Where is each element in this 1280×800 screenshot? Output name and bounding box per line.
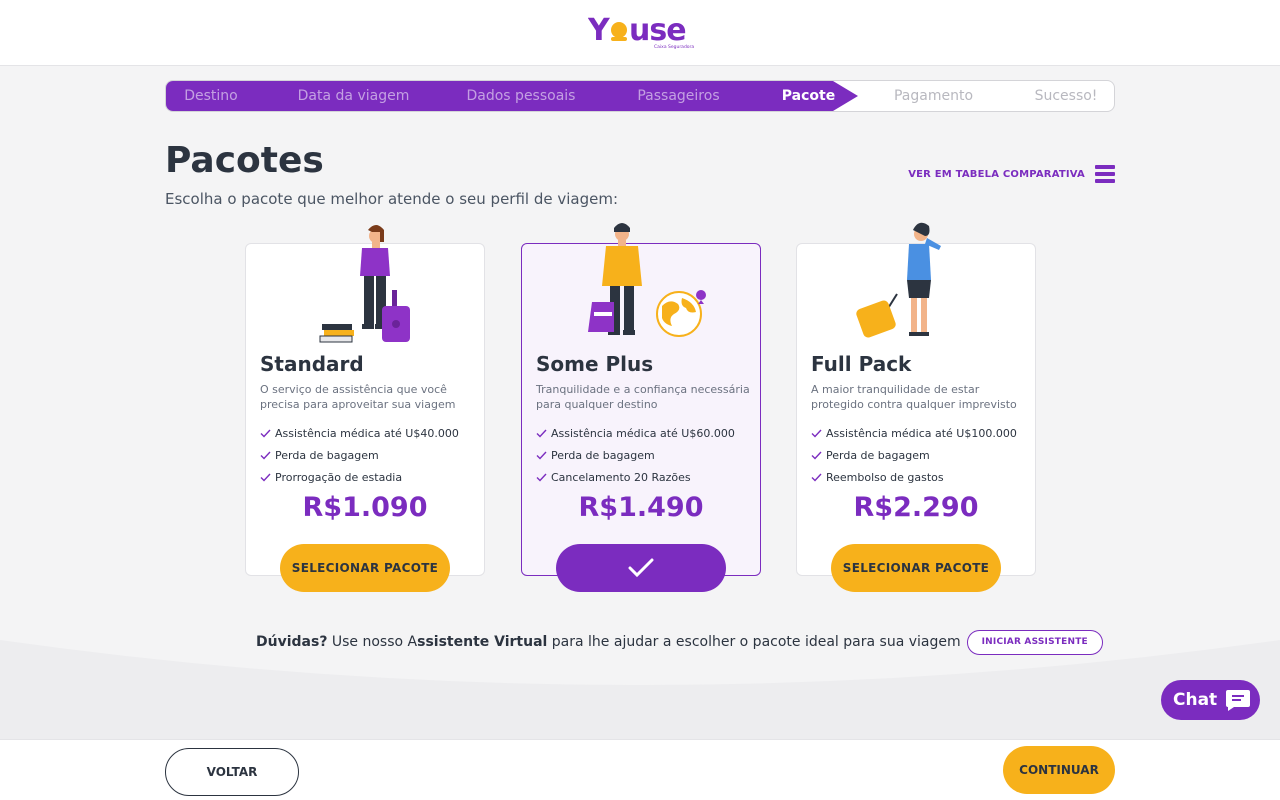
step-sucesso: Sucesso!	[1034, 88, 1098, 104]
plan-feature-item: Reembolso de gastos	[811, 466, 1017, 488]
plan-description: A maior tranquilidade de estar protegido…	[811, 383, 1017, 411]
plan-price: R$1.090	[302, 492, 428, 523]
menu-icon	[1095, 165, 1115, 183]
plan-feature-item: Prorrogação de estadia	[260, 466, 459, 488]
step-dados-pessoais[interactable]: Dados pessoais	[456, 81, 586, 111]
plan-feature-label: Assistência médica até U$40.000	[275, 426, 459, 440]
check-icon	[260, 451, 271, 460]
man-with-backpack-illustration	[588, 223, 706, 337]
brand-tagline: Caixa Seguradora	[654, 44, 694, 50]
plan-feature-label: Perda de bagagem	[826, 448, 930, 462]
check-icon	[811, 451, 822, 460]
back-button[interactable]: VOLTAR	[165, 748, 299, 796]
help-question: Dúvidas?	[256, 634, 328, 650]
checkmark-icon	[628, 558, 654, 578]
help-text-after: para lhe ajudar a escolher o pacote idea…	[547, 634, 961, 650]
compare-table-link[interactable]: VER EM TABELA COMPARATIVA	[900, 162, 1115, 186]
page-title: Pacotes	[165, 140, 324, 181]
plan-feature-label: Perda de bagagem	[275, 448, 379, 462]
plan-feature-item: Perda de bagagem	[811, 444, 1017, 466]
page-subtitle: Escolha o pacote que melhor atende o seu…	[165, 190, 619, 208]
plan-card-standard[interactable]: Standard O serviço de assistência que vo…	[245, 225, 485, 592]
chat-bubble-icon	[1226, 690, 1251, 711]
step-data-da-viagem[interactable]: Data da viagem	[286, 81, 421, 111]
progress-stepper: Destino Data da viagem Dados pessoais Pa…	[165, 80, 1115, 112]
check-icon	[536, 473, 547, 482]
step-pagamento: Pagamento	[893, 88, 974, 104]
plan-feature-label: Assistência médica até U$100.000	[826, 426, 1017, 440]
plan-price: R$1.490	[578, 492, 704, 523]
continue-button[interactable]: CONTINUAR	[1003, 746, 1115, 794]
plan-features-list: Assistência médica até U$40.000 Perda de…	[260, 422, 459, 488]
plan-feature-label: Assistência médica até U$60.000	[551, 426, 735, 440]
assistant-help-line: Dúvidas? Use nosso A ssistente Virtual p…	[256, 629, 1103, 655]
woman-with-suitcase-illustration	[319, 225, 410, 343]
select-plan-button[interactable]: SELECIONAR PACOTE	[280, 544, 450, 592]
header: Y use Caixa Seguradora	[0, 0, 1280, 66]
compare-table-label: VER EM TABELA COMPARATIVA	[908, 168, 1085, 180]
plan-description: O serviço de assistência que você precis…	[260, 383, 456, 411]
check-icon	[811, 429, 822, 438]
plan-card-some-plus[interactable]: Some Plus Tranquilidade e a confiança ne…	[521, 223, 761, 592]
plan-feature-item: Assistência médica até U$100.000	[811, 422, 1017, 444]
check-icon	[260, 473, 271, 482]
plan-description: Tranquilidade e a confiança necessária p…	[536, 383, 750, 411]
check-icon	[536, 429, 547, 438]
plan-feature-item: Assistência médica até U$40.000	[260, 422, 459, 444]
plan-feature-item: Perda de bagagem	[536, 444, 735, 466]
step-destino[interactable]: Destino	[166, 81, 256, 111]
plan-feature-item: Perda de bagagem	[260, 444, 459, 466]
plan-name: Full Pack	[811, 352, 912, 376]
plan-features-list: Assistência médica até U$60.000 Perda de…	[536, 422, 735, 488]
plan-card-full-pack[interactable]: Full Pack A maior tranquilidade de estar…	[796, 222, 1036, 592]
help-highlight: ssistente Virtual	[417, 634, 548, 650]
plan-feature-label: Perda de bagagem	[551, 448, 655, 462]
plan-feature-item: Assistência médica até U$60.000	[536, 422, 735, 444]
footer-bar: VOLTAR CONTINUAR	[0, 739, 1280, 800]
background-curve	[0, 640, 1280, 740]
youse-logo[interactable]: Y use Caixa Seguradora	[588, 12, 698, 52]
plan-name: Standard	[260, 352, 364, 376]
check-icon	[811, 473, 822, 482]
chat-label: Chat	[1173, 690, 1218, 710]
select-plan-button[interactable]: SELECIONAR PACOTE	[831, 544, 1001, 592]
start-assistant-button[interactable]: INICIAR ASSISTENTE	[966, 629, 1103, 655]
help-text-before: Use nosso A	[327, 634, 418, 650]
plan-feature-item: Cancelamento 20 Razões	[536, 466, 735, 488]
plan-name: Some Plus	[536, 352, 654, 376]
check-icon	[536, 451, 547, 460]
plan-feature-label: Cancelamento 20 Razões	[551, 470, 691, 484]
plan-price: R$2.290	[853, 492, 979, 523]
selected-plan-button[interactable]	[556, 544, 726, 592]
step-pacote: Pacote	[781, 88, 836, 104]
plan-feature-label: Prorrogação de estadia	[275, 470, 403, 484]
businesswoman-with-suitcase-illustration	[856, 222, 941, 338]
chat-button[interactable]: Chat	[1161, 680, 1260, 720]
svg-text:use: use	[629, 13, 686, 48]
step-passageiros[interactable]: Passageiros	[626, 81, 731, 111]
plan-features-list: Assistência médica até U$100.000 Perda d…	[811, 422, 1017, 488]
svg-text:Y: Y	[588, 13, 611, 48]
check-icon	[260, 429, 271, 438]
plan-feature-label: Reembolso de gastos	[826, 470, 944, 484]
